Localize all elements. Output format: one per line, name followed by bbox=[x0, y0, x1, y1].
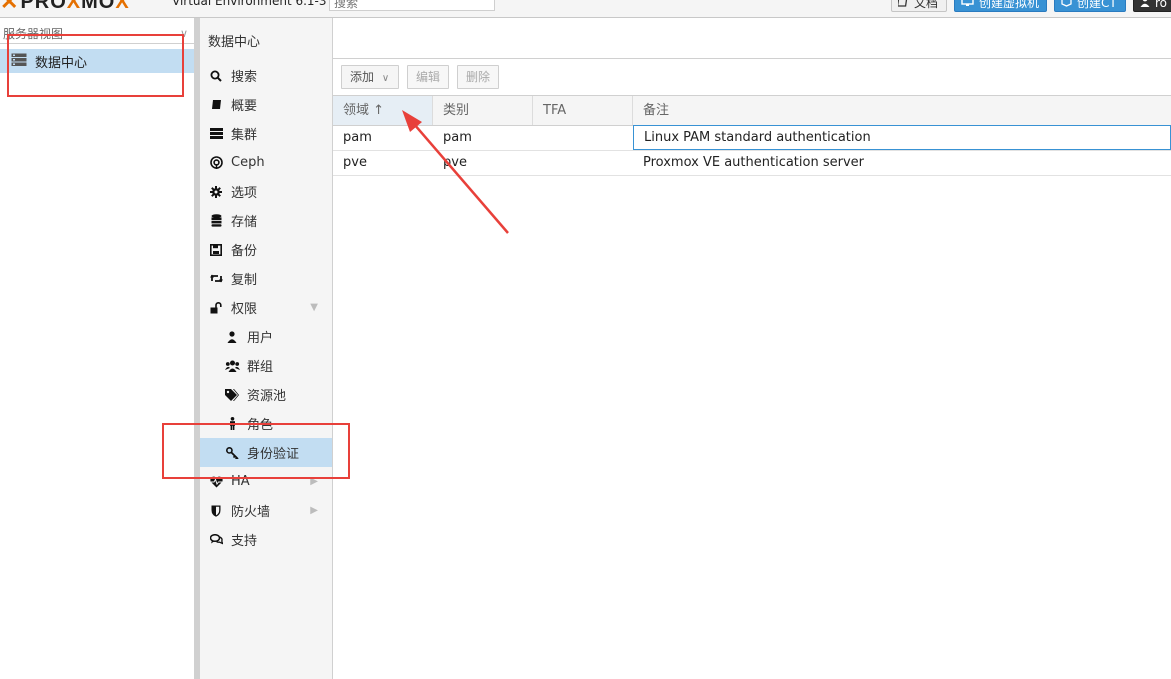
cube-icon bbox=[1061, 0, 1072, 12]
column-header-comment[interactable]: 备注 bbox=[633, 96, 1171, 125]
server-icon bbox=[208, 128, 224, 139]
nav-label: 防火墙 bbox=[231, 505, 271, 520]
column-header-type[interactable]: 类别 bbox=[433, 96, 533, 125]
nav-item-users[interactable]: 用户 bbox=[200, 322, 332, 351]
book-icon bbox=[208, 99, 224, 110]
edit-button[interactable]: 编辑 bbox=[407, 65, 449, 89]
cell-comment: Proxmox VE authentication server bbox=[643, 155, 864, 170]
product-version: Virtual Environment 6.1-3 bbox=[172, 0, 327, 8]
cell-realm: pam bbox=[343, 130, 372, 145]
add-button[interactable]: 添加 ∨ bbox=[341, 65, 399, 89]
cell-type: pve bbox=[443, 155, 467, 170]
database-icon bbox=[208, 214, 224, 227]
tags-icon bbox=[224, 388, 240, 401]
unlock-icon bbox=[208, 301, 224, 314]
create-ct-label: 创建CT bbox=[1077, 0, 1117, 10]
nav-label: 选项 bbox=[231, 186, 258, 201]
content-title-bar bbox=[200, 18, 1171, 59]
nav-item-options[interactable]: 选项 bbox=[200, 177, 332, 206]
caret-right-icon: ▶ bbox=[310, 505, 318, 516]
annotation-box-authentication bbox=[162, 423, 350, 479]
nav-label: 用户 bbox=[247, 331, 274, 346]
nav-item-backup[interactable]: 备份 bbox=[200, 235, 332, 264]
desktop-icon bbox=[961, 0, 974, 12]
resource-tree-panel bbox=[0, 18, 194, 679]
create-vm-label: 创建虚拟机 bbox=[979, 0, 1040, 10]
nav-item-summary[interactable]: 概要 bbox=[200, 90, 332, 119]
nav-label: 备份 bbox=[231, 244, 258, 259]
header-search-input[interactable] bbox=[329, 0, 495, 11]
nav-label: 资源池 bbox=[247, 389, 287, 404]
chevron-down-icon: ∨ bbox=[381, 73, 390, 84]
ceph-icon bbox=[208, 156, 224, 169]
nav-label: 概要 bbox=[231, 99, 258, 114]
nav-label: 存储 bbox=[231, 215, 258, 230]
table-row[interactable]: pam pam Linux PAM standard authenticatio… bbox=[333, 125, 1171, 151]
column-header-tfa[interactable]: TFA bbox=[533, 96, 633, 125]
create-vm-button[interactable]: 创建虚拟机 bbox=[954, 0, 1047, 12]
users-icon bbox=[224, 360, 240, 372]
nav-label: Ceph bbox=[231, 155, 265, 170]
cell-tfa bbox=[533, 126, 633, 150]
annotation-box-datacenter bbox=[7, 34, 184, 97]
cell-type: pam bbox=[443, 130, 472, 145]
table-row[interactable]: pve pve Proxmox VE authentication server bbox=[333, 151, 1171, 176]
column-header-realm[interactable]: 领域 ↑ bbox=[333, 96, 433, 125]
book-icon bbox=[896, 0, 909, 12]
nav-label: 群组 bbox=[247, 360, 274, 375]
docs-label: 文档 bbox=[914, 0, 939, 10]
search-icon bbox=[208, 70, 224, 82]
gear-icon bbox=[208, 185, 224, 198]
comments-icon bbox=[208, 534, 224, 545]
caret-down-icon: ▼ bbox=[310, 302, 318, 313]
cell-realm: pve bbox=[343, 155, 367, 170]
page-title: 数据中心 bbox=[208, 35, 261, 50]
cell-comment: Linux PAM standard authentication bbox=[633, 125, 1171, 150]
nav-item-cluster[interactable]: 集群 bbox=[200, 119, 332, 148]
nav-item-replication[interactable]: 复制 bbox=[200, 264, 332, 293]
user-label: ro bbox=[1155, 0, 1168, 10]
nav-label: 复制 bbox=[231, 273, 258, 288]
add-label: 添加 bbox=[350, 70, 375, 84]
proxmox-logo[interactable]: ✕ PROXMOX bbox=[0, 0, 130, 14]
create-ct-button[interactable]: 创建CT bbox=[1054, 0, 1126, 12]
logo-x-icon: ✕ bbox=[0, 0, 19, 14]
nav-item-storage[interactable]: 存储 bbox=[200, 206, 332, 235]
floppy-icon bbox=[208, 243, 224, 256]
nav-item-support[interactable]: 支持 bbox=[200, 525, 332, 554]
user-icon bbox=[224, 330, 240, 343]
nav-label: 搜索 bbox=[231, 70, 258, 85]
remove-button[interactable]: 删除 bbox=[457, 65, 499, 89]
nav-item-permissions[interactable]: 权限 ▼ bbox=[200, 293, 332, 322]
nav-label: 支持 bbox=[231, 534, 258, 549]
logo-wordmark: PROXMOX bbox=[20, 0, 130, 13]
retweet-icon bbox=[208, 273, 224, 284]
docs-button[interactable]: 文档 bbox=[891, 0, 947, 12]
user-icon bbox=[1140, 0, 1150, 12]
nav-item-firewall[interactable]: 防火墙 ▶ bbox=[200, 496, 332, 525]
user-menu-button[interactable]: ro bbox=[1133, 0, 1171, 12]
nav-item-search[interactable]: 搜索 bbox=[200, 61, 332, 90]
nav-item-ceph[interactable]: Ceph bbox=[200, 148, 332, 177]
shield-icon bbox=[208, 505, 224, 517]
nav-label: 集群 bbox=[231, 128, 258, 143]
nav-item-pools[interactable]: 资源池 bbox=[200, 380, 332, 409]
nav-item-groups[interactable]: 群组 bbox=[200, 351, 332, 380]
cell-tfa bbox=[533, 151, 633, 175]
nav-label: 权限 bbox=[231, 302, 258, 317]
